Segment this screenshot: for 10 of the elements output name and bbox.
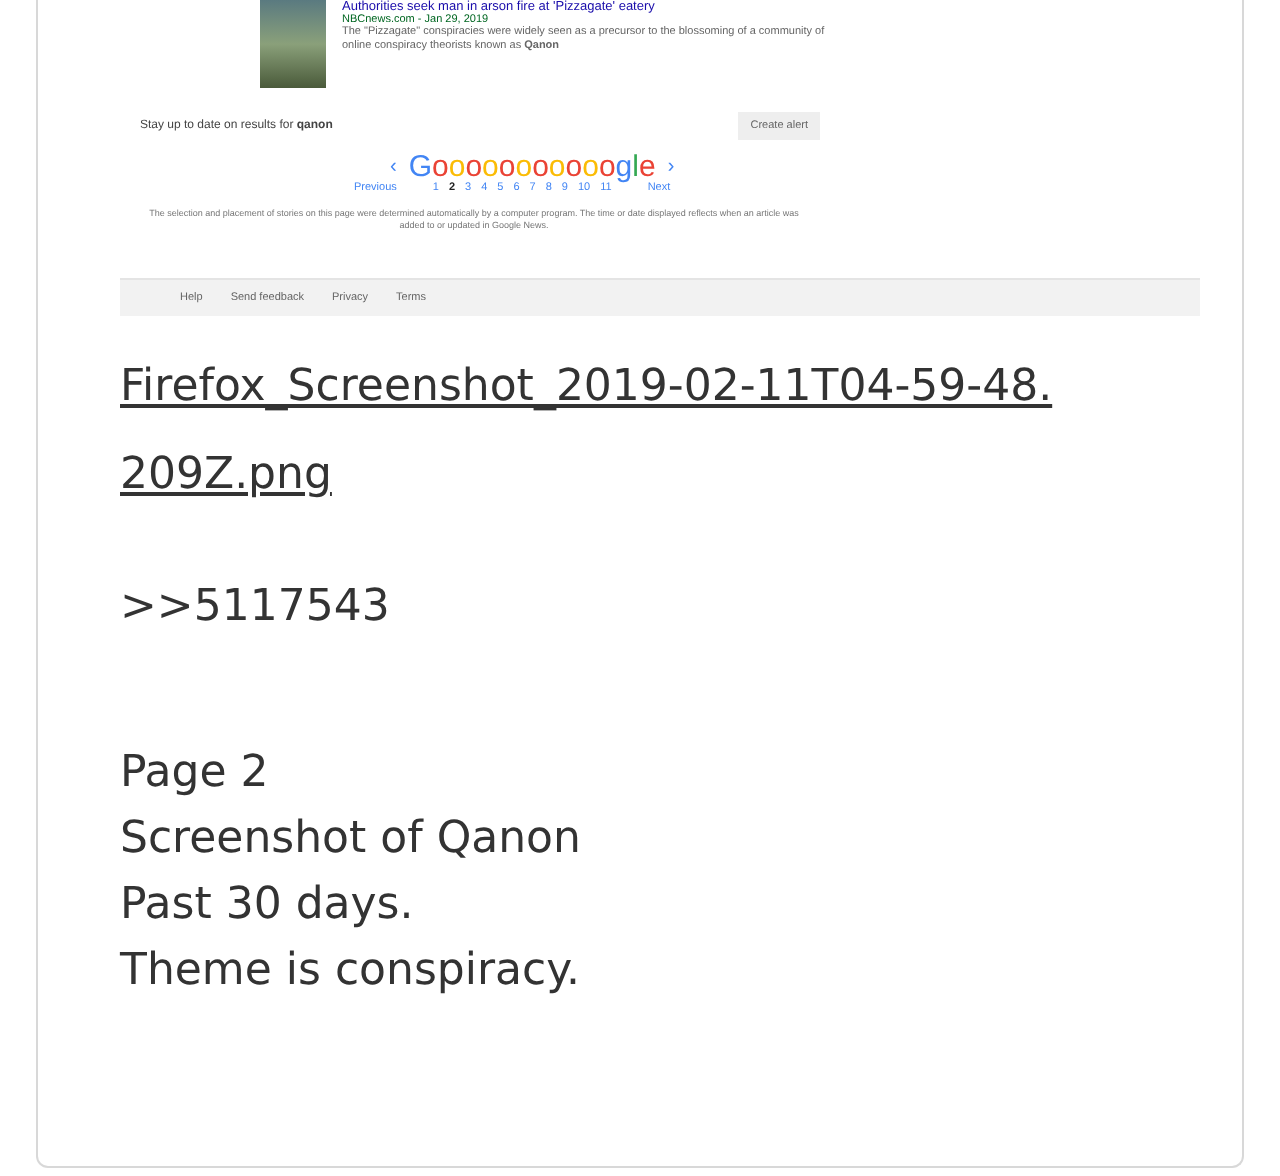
photo-placeholder xyxy=(260,0,326,88)
previous-arrow[interactable]: ‹ xyxy=(390,156,397,178)
pager-logo: Gooooooooooogle xyxy=(408,152,656,182)
post-text-line: Past 30 days. xyxy=(120,878,414,934)
post-reference: >>5117543 xyxy=(120,580,392,636)
post-text-line: Theme is conspiracy. xyxy=(120,944,580,1000)
post-text-line: Page 2 xyxy=(120,746,269,802)
post-text-line: Screenshot of Qanon xyxy=(120,812,581,868)
file-link[interactable]: Firefox_Screenshot_2019-02-11T04-59-48.209Z.png xyxy=(120,344,1080,520)
next-arrow[interactable]: › xyxy=(667,156,675,178)
